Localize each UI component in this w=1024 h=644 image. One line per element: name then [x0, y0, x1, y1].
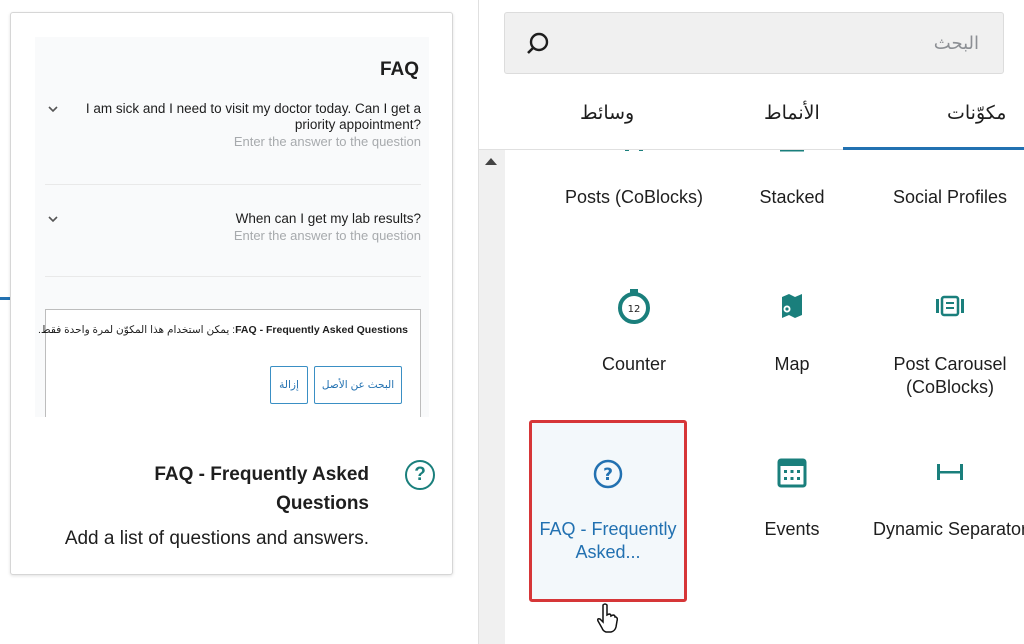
posts-icon: [625, 150, 643, 151]
map-icon: [782, 294, 802, 318]
block-counter[interactable]: 12 Counter: [555, 275, 713, 415]
faq-icon: ?: [593, 459, 623, 489]
scrollbar[interactable]: [479, 150, 505, 644]
faq-item: When can I get my lab results? Enter the…: [45, 211, 421, 277]
search-input[interactable]: البحث: [504, 12, 1004, 74]
block-faq[interactable]: ? FAQ - Frequently Asked...: [529, 420, 687, 602]
faq-answer-placeholder: Enter the answer to the question: [233, 228, 421, 243]
block-label: Map: [774, 354, 810, 374]
inserter-tabs: مكوّنات الأنماط وسائط: [479, 80, 1024, 150]
post-carousel-icon: [936, 295, 964, 317]
block-label: Dynamic Separator: [872, 519, 1024, 539]
faq-answer-placeholder: Enter the answer to the question: [233, 134, 421, 149]
block-label: FAQ - Frequently Asked...: [539, 519, 677, 562]
block-label: Post Carousel (CoBlocks): [893, 354, 1007, 397]
block-dynamic-separator[interactable]: Dynamic Separator: [871, 423, 1024, 603]
editor-canvas-edge: [0, 297, 10, 300]
block-stacked[interactable]: Stacked: [713, 150, 871, 240]
block-description: Add a list of questions and answers.: [64, 528, 369, 549]
notice-message: : يمكن استخدام هذا المكوّن لمرة واحدة فق…: [38, 324, 236, 336]
block-inserter-panel: البحث مكوّنات الأنماط وسائط Social Profi…: [478, 0, 1024, 644]
block-label: Stacked: [759, 187, 825, 207]
chevron-down-icon: [48, 216, 58, 223]
single-use-notice: FAQ - Frequently Asked Questions: يمكن ا…: [38, 309, 421, 417]
faq-heading: FAQ: [379, 59, 419, 80]
counter-icon: 12: [618, 289, 650, 324]
block-post-carousel[interactable]: Post Carousel (CoBlocks): [871, 275, 1024, 415]
tab-patterns[interactable]: الأنماط: [764, 102, 820, 125]
find-original-button[interactable]: البحث عن الأصل: [314, 366, 402, 404]
block-label: Social Profiles: [892, 187, 1008, 207]
svg-text:12: 12: [628, 304, 641, 315]
block-posts[interactable]: Posts (CoBlocks): [555, 150, 713, 240]
search-icon: [527, 32, 549, 54]
chevron-down-icon: [48, 106, 58, 113]
block-title: FAQ - Frequently Asked Questions: [154, 464, 369, 514]
social-profiles-icon: [933, 150, 967, 152]
tab-media[interactable]: وسائط: [580, 102, 634, 125]
block-preview-card: FAQ I am sick and I need to visit my doc…: [10, 12, 453, 575]
block-label: Counter: [601, 354, 667, 374]
block-events[interactable]: Events: [713, 423, 871, 603]
faq-question: When can I get my lab results?: [235, 211, 421, 226]
block-preview: FAQ I am sick and I need to visit my doc…: [35, 37, 429, 417]
notice-block-name: FAQ - Frequently Asked Questions: [235, 324, 408, 336]
svg-text:?: ?: [603, 465, 613, 485]
search-placeholder: البحث: [933, 33, 979, 53]
remove-button[interactable]: إزالة: [270, 366, 308, 404]
scroll-up-arrow[interactable]: [485, 158, 497, 165]
stacked-icon: [780, 150, 804, 152]
block-map[interactable]: Map: [713, 275, 871, 415]
faq-question: I am sick and I need to visit my doctor …: [85, 101, 421, 132]
blocks-grid: Social Profiles Stacked Posts (CoBlocks)…: [505, 150, 1024, 644]
tab-blocks[interactable]: مكوّنات: [947, 102, 1006, 125]
hand-cursor-icon: [597, 603, 618, 633]
faq-item: I am sick and I need to visit my doctor …: [45, 101, 421, 185]
block-label: Events: [764, 519, 820, 539]
block-social-profiles[interactable]: Social Profiles: [871, 150, 1024, 240]
help-circle-icon: ?: [405, 460, 435, 490]
events-icon: [777, 458, 807, 488]
dynamic-separator-icon: [937, 464, 963, 480]
block-label: Posts (CoBlocks): [564, 187, 704, 207]
block-inserter-screen: FAQ I am sick and I need to visit my doc…: [0, 0, 1024, 644]
notice-text: FAQ - Frequently Asked Questions: يمكن ا…: [38, 324, 408, 336]
